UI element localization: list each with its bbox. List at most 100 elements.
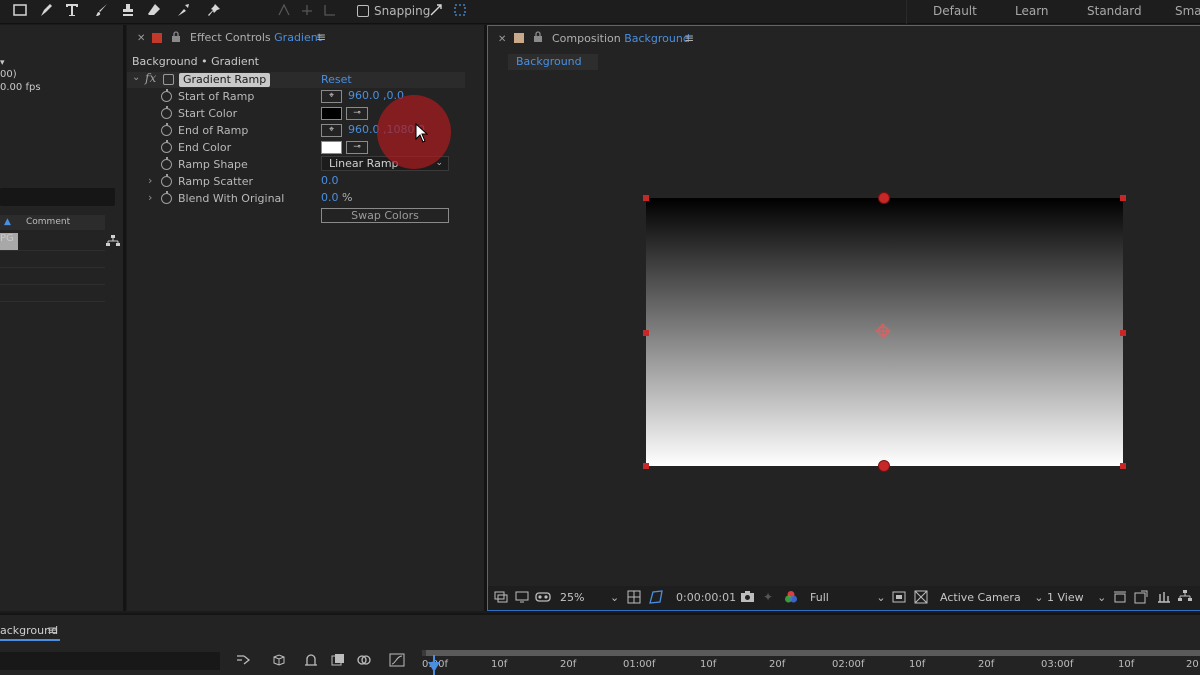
shy-layers-icon[interactable]: [303, 653, 319, 671]
pen-tool-icon[interactable]: [36, 2, 56, 20]
brush-tool-icon[interactable]: [92, 2, 112, 20]
monitor-icon[interactable]: [515, 590, 529, 607]
stopwatch-icon[interactable]: [161, 89, 172, 102]
eyedropper-icon[interactable]: ⊸: [346, 107, 368, 120]
snapping-checkbox[interactable]: [357, 5, 369, 17]
project-search-input[interactable]: [0, 188, 115, 206]
point-crosshair-icon[interactable]: ⌖: [321, 90, 342, 103]
panel-target[interactable]: Background: [624, 32, 690, 45]
layer-handle[interactable]: [643, 330, 649, 336]
expand-chevron-icon[interactable]: ⌄: [132, 72, 140, 83]
stopwatch-icon[interactable]: [161, 191, 172, 204]
resolution-select[interactable]: Full ⌄: [810, 591, 886, 604]
snap-options-icon[interactable]: [426, 2, 446, 20]
toggle-pixel-aspect-icon[interactable]: [1113, 590, 1127, 607]
snap-features-icon[interactable]: [450, 2, 470, 20]
anchor-point-icon[interactable]: [875, 323, 891, 339]
zoom-select[interactable]: 25% ⌄: [560, 591, 619, 604]
layer-handle[interactable]: [643, 463, 649, 469]
lock-icon[interactable]: [533, 31, 543, 45]
end-of-ramp-point[interactable]: [878, 460, 890, 472]
close-icon[interactable]: ✕: [137, 33, 145, 44]
property-label: Start of Ramp: [178, 90, 255, 103]
panel-menu-icon[interactable]: ≡: [316, 30, 326, 44]
timecode[interactable]: 0:00:00:01: [676, 591, 736, 604]
view-axis-icon[interactable]: [320, 2, 340, 20]
layer-handle[interactable]: [1120, 195, 1126, 201]
layer-handle[interactable]: [643, 195, 649, 201]
flowchart-icon[interactable]: [1178, 590, 1192, 605]
stopwatch-icon[interactable]: [161, 140, 172, 153]
work-area-bar[interactable]: [426, 650, 1200, 656]
stopwatch-icon[interactable]: [161, 106, 172, 119]
workspace-standard[interactable]: Standard: [1087, 4, 1142, 18]
end-color-swatch[interactable]: [321, 141, 342, 154]
eraser-tool-icon[interactable]: [144, 2, 164, 20]
puppet-pin-tool-icon[interactable]: [204, 2, 224, 20]
effect-name[interactable]: Gradient Ramp: [179, 73, 271, 87]
stopwatch-icon[interactable]: [161, 174, 172, 187]
panel-target[interactable]: Gradient: [274, 31, 322, 44]
frame-blending-icon[interactable]: [330, 653, 346, 671]
draft-3d-icon[interactable]: [270, 653, 286, 671]
fx-toggle-icon[interactable]: fx: [145, 71, 156, 85]
eyedropper-icon[interactable]: ⊸: [346, 141, 368, 154]
camera-select[interactable]: Active Camera ⌄: [940, 591, 1043, 604]
flowchart-icon[interactable]: [106, 235, 120, 250]
views-select[interactable]: 1 View ⌄: [1047, 591, 1106, 604]
color-channels-icon[interactable]: [784, 590, 798, 607]
type-tool-icon[interactable]: [62, 2, 82, 20]
stopwatch-icon[interactable]: [161, 157, 172, 170]
effect-header-row[interactable]: [127, 72, 465, 88]
workspace-learn[interactable]: Learn: [1015, 4, 1049, 18]
ramp-scatter-value[interactable]: 0.0: [321, 174, 339, 187]
timeline-toggle-icon[interactable]: [1157, 590, 1171, 607]
layer-handle[interactable]: [1120, 463, 1126, 469]
composition-title: Composition Background: [552, 32, 690, 45]
start-of-ramp-point[interactable]: [878, 192, 890, 204]
start-color-swatch[interactable]: [321, 107, 342, 120]
workspace-default[interactable]: Default: [933, 4, 977, 18]
lock-icon[interactable]: [171, 31, 181, 45]
chevron-right-icon[interactable]: ›: [148, 174, 152, 187]
graph-editor-icon[interactable]: [389, 653, 405, 671]
always-preview-icon[interactable]: [494, 590, 508, 607]
rectangle-tool-icon[interactable]: [10, 2, 30, 20]
stopwatch-icon[interactable]: [161, 123, 172, 136]
composition-tab[interactable]: Background: [508, 54, 598, 70]
sort-ascending-icon[interactable]: ▲: [4, 217, 11, 227]
camera-snapshot-icon[interactable]: [740, 590, 755, 606]
composition-panel: ✕ Composition Background ≡ Background 25…: [487, 25, 1200, 611]
point-crosshair-icon[interactable]: ⌖: [321, 124, 342, 137]
timeline-search-input[interactable]: [0, 652, 220, 670]
column-comment[interactable]: Comment: [26, 217, 70, 227]
chevron-down-icon: ⌄: [876, 591, 886, 604]
local-axis-icon[interactable]: [274, 2, 294, 20]
motion-blur-icon[interactable]: [356, 653, 372, 671]
effect-preset-icon[interactable]: [163, 74, 174, 85]
project-row-file[interactable]: PG: [0, 233, 14, 244]
panel-menu-icon[interactable]: ≡: [47, 623, 57, 637]
fast-preview-icon[interactable]: [1134, 590, 1148, 607]
panel-menu-icon[interactable]: ≡: [684, 31, 694, 45]
composition-viewer[interactable]: [488, 78, 1200, 586]
show-snapshot-icon[interactable]: ✦: [763, 590, 773, 604]
close-icon[interactable]: ✕: [498, 34, 506, 45]
swap-colors-button[interactable]: Swap Colors: [321, 208, 449, 223]
transparency-grid-icon[interactable]: [914, 590, 928, 607]
reset-link[interactable]: Reset: [321, 73, 352, 86]
panel-divider[interactable]: [123, 25, 126, 611]
roto-brush-tool-icon[interactable]: [174, 2, 194, 20]
chevron-right-icon[interactable]: ›: [148, 191, 152, 204]
region-of-interest-icon[interactable]: [892, 590, 906, 607]
workspace-small[interactable]: Smal: [1175, 4, 1200, 18]
dropdown-indicator-icon[interactable]: ▾: [0, 58, 5, 68]
composition-flowchart-icon[interactable]: [236, 653, 252, 671]
clone-stamp-tool-icon[interactable]: [118, 2, 138, 20]
blend-value[interactable]: 0.0 %: [321, 191, 352, 204]
layer-handle[interactable]: [1120, 330, 1126, 336]
world-axis-icon[interactable]: [297, 2, 317, 20]
resolution-grid-icon[interactable]: [627, 590, 641, 607]
vr-goggles-icon[interactable]: [535, 590, 551, 607]
mask-path-icon[interactable]: [649, 590, 663, 607]
